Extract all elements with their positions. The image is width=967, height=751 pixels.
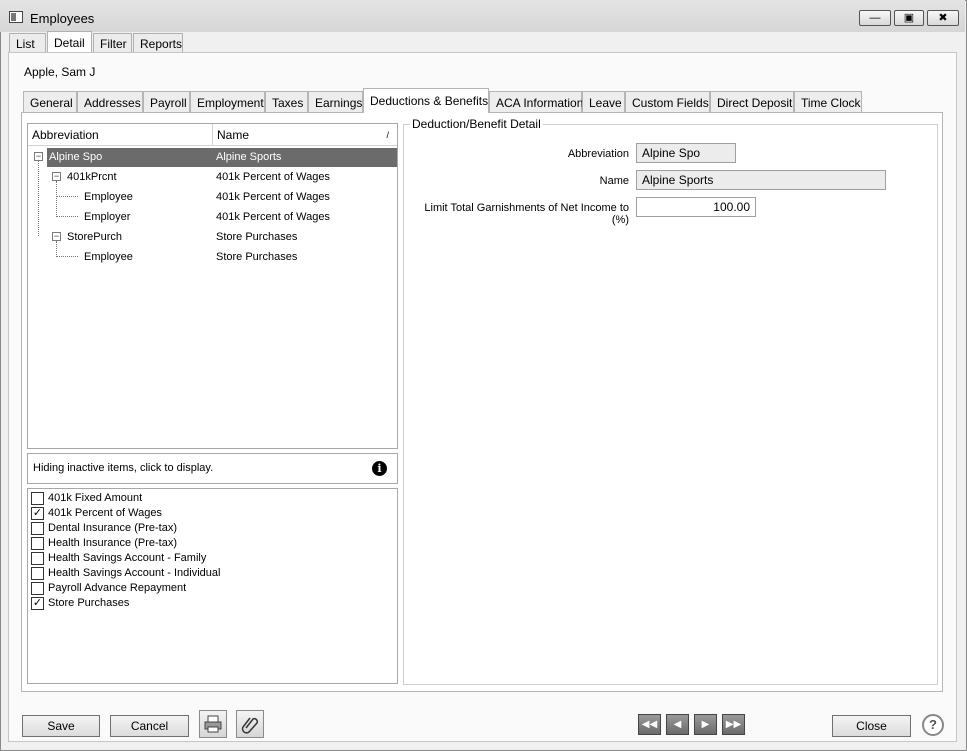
tree-row-name[interactable]: Alpine Sports (216, 147, 281, 167)
tab-direct-deposit[interactable]: Direct Deposit (710, 91, 794, 112)
minimize-button[interactable]: — (859, 10, 891, 26)
window-title: Employees (30, 11, 95, 26)
tree-row-name[interactable]: 401k Percent of Wages (216, 207, 330, 227)
tab-reports[interactable]: Reports (133, 33, 183, 52)
tree-row-abbr[interactable]: Employee (84, 187, 133, 207)
save-button[interactable]: Save (22, 715, 100, 737)
next-record-button[interactable]: ▶ (694, 714, 717, 735)
tab-taxes[interactable]: Taxes (265, 91, 308, 112)
tree-connector (56, 216, 78, 217)
close-button[interactable]: Close (832, 715, 911, 737)
tab-addresses[interactable]: Addresses (77, 91, 143, 112)
collapse-icon[interactable]: − (52, 172, 61, 181)
checkbox[interactable] (31, 567, 44, 580)
limit-garnishments-label: Limit Total Garnishments of Net Income t… (424, 202, 629, 226)
next-icon: ▶ (701, 719, 710, 730)
tree-row-name[interactable]: Store Purchases (216, 247, 297, 267)
name-field[interactable]: Alpine Sports (636, 170, 886, 190)
sort-indicator-icon: / (386, 130, 389, 140)
tab-custom-fields[interactable]: Custom Fields (625, 91, 710, 112)
tree-row-abbr[interactable]: Employer (84, 207, 130, 227)
last-icon: ▶▶ (725, 719, 742, 730)
printer-icon (204, 715, 222, 733)
app-icon (9, 11, 23, 23)
tree-row-abbr[interactable]: Alpine Spo (49, 147, 102, 167)
tab-list[interactable]: List (9, 33, 46, 52)
deduction-tree[interactable]: Abbreviation Name / − Alpine Spo Alpine S… (27, 123, 398, 449)
tab-employment[interactable]: Employment (190, 91, 265, 112)
column-header-abbreviation[interactable]: Abbreviation (28, 124, 213, 146)
previous-icon: ◀ (673, 719, 682, 730)
tree-connector (56, 181, 57, 217)
checkbox[interactable] (31, 522, 44, 535)
tree-connector (56, 196, 78, 197)
help-icon: ? (929, 717, 937, 732)
limit-garnishments-input[interactable]: 100.00 (636, 197, 756, 217)
tab-deductions-benefits[interactable]: Deductions & Benefits (363, 88, 489, 113)
last-record-button[interactable]: ▶▶ (722, 714, 745, 735)
tree-connector (38, 160, 39, 236)
column-header-name[interactable]: Name / (213, 124, 397, 146)
tab-filter[interactable]: Filter (93, 33, 132, 52)
previous-record-button[interactable]: ◀ (666, 714, 689, 735)
inactive-items-text: Hiding inactive items, click to display. (33, 462, 214, 474)
minimize-icon: — (869, 12, 881, 24)
paperclip-icon (241, 717, 259, 734)
tab-earnings[interactable]: Earnings (308, 91, 363, 112)
deduction-detail-legend: Deduction/Benefit Detail (410, 117, 543, 131)
tree-connector (56, 256, 78, 257)
print-button[interactable] (199, 710, 227, 738)
checkbox[interactable] (31, 582, 44, 595)
tree-row-abbr[interactable]: 401kPrcnt (67, 167, 117, 187)
tree-connector (56, 241, 57, 257)
cancel-button[interactable]: Cancel (110, 715, 189, 737)
tab-general[interactable]: General (23, 91, 77, 112)
attach-button[interactable] (236, 710, 264, 738)
title-bar (0, 0, 965, 32)
abbreviation-field[interactable]: Alpine Spo (636, 143, 736, 163)
abbreviation-label: Abbreviation (567, 148, 629, 160)
deduction-checklist: 401k Fixed Amount ✓ 401k Percent of Wages… (27, 488, 398, 684)
first-icon: ◀◀ (641, 719, 658, 730)
checkbox-checked[interactable]: ✓ (31, 507, 44, 520)
tab-aca-information[interactable]: ACA Information (489, 91, 583, 112)
close-window-button[interactable]: ✖ (927, 10, 959, 26)
help-button[interactable]: ? (922, 714, 944, 736)
tree-row-name[interactable]: 401k Percent of Wages (216, 187, 330, 207)
name-label: Name (599, 175, 629, 187)
restore-icon: ▣ (903, 12, 915, 24)
checkbox-checked[interactable]: ✓ (31, 597, 44, 610)
tab-payroll[interactable]: Payroll (143, 91, 190, 112)
first-record-button[interactable]: ◀◀ (638, 714, 661, 735)
tree-row-abbr[interactable]: StorePurch (67, 227, 122, 247)
checkbox[interactable] (31, 552, 44, 565)
restore-button[interactable]: ▣ (894, 10, 924, 26)
inactive-items-bar[interactable]: Hiding inactive items, click to display.… (27, 453, 398, 484)
tree-row-name[interactable]: Store Purchases (216, 227, 297, 247)
collapse-icon[interactable]: − (34, 152, 43, 161)
tab-leave[interactable]: Leave (582, 91, 625, 112)
tree-row-abbr[interactable]: Employee (84, 247, 133, 267)
close-icon: ✖ (938, 12, 948, 24)
tab-detail[interactable]: Detail (47, 31, 92, 52)
tab-time-clock[interactable]: Time Clock (794, 91, 862, 112)
checkbox[interactable] (31, 492, 44, 505)
info-icon: i (372, 461, 387, 476)
tree-row-name[interactable]: 401k Percent of Wages (216, 167, 330, 187)
collapse-icon[interactable]: − (52, 232, 61, 241)
checkbox[interactable] (31, 537, 44, 550)
employee-name: Apple, Sam J (24, 65, 96, 79)
